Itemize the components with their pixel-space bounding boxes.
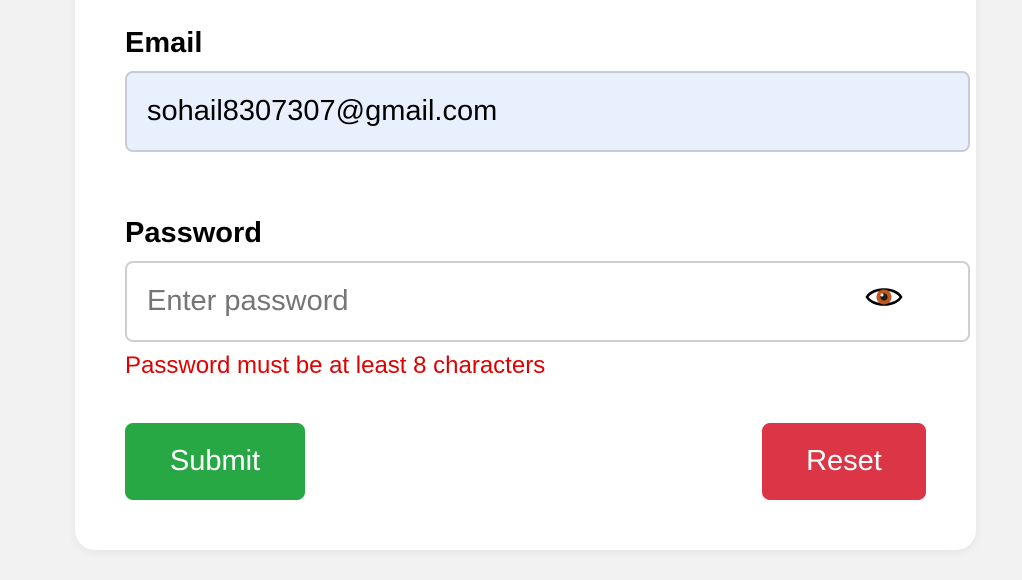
reset-button[interactable]: Reset	[762, 423, 926, 500]
password-error-message: Password must be at least 8 characters	[125, 352, 546, 379]
eye-icon[interactable]	[865, 283, 903, 311]
password-field[interactable]	[125, 261, 970, 342]
submit-button[interactable]: Submit	[125, 423, 305, 500]
email-field[interactable]	[125, 71, 970, 152]
email-label: Email	[125, 27, 203, 59]
password-label: Password	[125, 217, 262, 249]
